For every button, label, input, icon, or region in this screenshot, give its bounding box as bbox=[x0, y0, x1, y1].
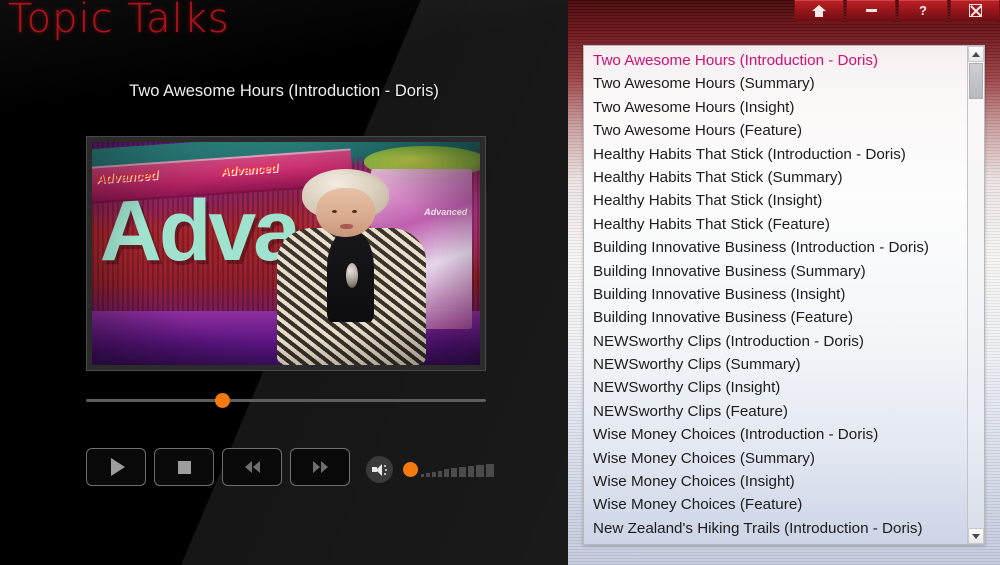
playlist-item[interactable]: Healthy Habits That Stick (Feature) bbox=[584, 213, 964, 236]
volume-bar[interactable] bbox=[485, 463, 494, 477]
application-window: Topic Talks Two Awesome Hours (Introduct… bbox=[0, 0, 1000, 565]
volume-bar[interactable] bbox=[431, 471, 436, 477]
help-button[interactable]: ? bbox=[898, 0, 948, 22]
video-player[interactable]: Adva Advanced Advanced Advanced bbox=[86, 136, 486, 371]
volume-bar[interactable] bbox=[437, 470, 443, 477]
scrollbar-thumb[interactable] bbox=[969, 63, 983, 99]
playlist-panel: ? Two Awesome Hours (Introduction - Dori… bbox=[568, 0, 1000, 565]
playlist-item[interactable]: Building Innovative Business (Feature) bbox=[584, 306, 964, 329]
scroll-down-button[interactable] bbox=[968, 528, 984, 544]
fast-forward-icon bbox=[312, 461, 328, 473]
playlist-item[interactable]: NEWSworthy Clips (Introduction - Doris) bbox=[584, 330, 964, 353]
playlist-item[interactable]: Two Awesome Hours (Introduction - Doris) bbox=[584, 49, 964, 72]
volume-thumb[interactable] bbox=[403, 462, 418, 477]
app-title: Topic Talks bbox=[8, 0, 230, 42]
playlist-item[interactable]: NEWSworthy Clips (Summary) bbox=[584, 353, 964, 376]
volume-bar[interactable] bbox=[426, 472, 430, 477]
stop-button[interactable] bbox=[154, 448, 214, 486]
volume-bar[interactable] bbox=[451, 468, 458, 477]
playlist-item[interactable]: NEWSworthy Clips (Feature) bbox=[584, 400, 964, 423]
progress-thumb[interactable] bbox=[215, 393, 230, 408]
playlist-item[interactable]: Two Awesome Hours (Feature) bbox=[584, 119, 964, 142]
playlist-item[interactable]: NEWSworthy Clips (Insight) bbox=[584, 376, 964, 399]
window-controls: ? bbox=[568, 0, 1000, 24]
progress-track[interactable] bbox=[86, 399, 486, 402]
volume-bar[interactable] bbox=[459, 467, 466, 477]
volume-bar[interactable] bbox=[467, 465, 475, 477]
fast-forward-button[interactable] bbox=[290, 448, 350, 486]
now-playing-title: Two Awesome Hours (Introduction - Doris) bbox=[129, 82, 439, 100]
chevron-down-icon bbox=[972, 533, 980, 539]
rewind-button[interactable] bbox=[222, 448, 282, 486]
playlist-item[interactable]: Wise Money Choices (Introduction - Doris… bbox=[584, 423, 964, 446]
volume-bar[interactable] bbox=[421, 474, 424, 477]
playlist-items: Two Awesome Hours (Introduction - Doris)… bbox=[584, 49, 964, 540]
chevron-up-icon bbox=[972, 51, 980, 57]
playlist-item[interactable]: Building Innovative Business (Insight) bbox=[584, 283, 964, 306]
playlist-scrollbar[interactable] bbox=[967, 46, 984, 544]
playlist-item[interactable]: Healthy Habits That Stick (Summary) bbox=[584, 166, 964, 189]
transport-controls bbox=[86, 448, 350, 486]
player-panel: Topic Talks Two Awesome Hours (Introduct… bbox=[0, 0, 568, 565]
playlist-item[interactable]: New Zealand's Hiking Trails (Introductio… bbox=[584, 517, 964, 540]
playlist-item[interactable]: Two Awesome Hours (Insight) bbox=[584, 96, 964, 119]
playlist-item[interactable]: Two Awesome Hours (Summary) bbox=[584, 72, 964, 95]
volume-controls bbox=[366, 456, 494, 483]
help-icon: ? bbox=[919, 3, 927, 18]
rewind-icon bbox=[244, 461, 260, 473]
volume-bar[interactable] bbox=[444, 469, 450, 477]
minimize-icon bbox=[865, 9, 877, 12]
playlist-item[interactable]: Wise Money Choices (Feature) bbox=[584, 493, 964, 516]
close-button[interactable] bbox=[950, 0, 1000, 22]
playlist-item[interactable]: Healthy Habits That Stick (Introduction … bbox=[584, 143, 964, 166]
volume-bar[interactable] bbox=[476, 464, 484, 477]
play-icon bbox=[111, 458, 125, 476]
playlist-item[interactable]: Wise Money Choices (Insight) bbox=[584, 470, 964, 493]
home-button[interactable] bbox=[794, 0, 844, 22]
stop-icon bbox=[177, 460, 191, 474]
home-icon bbox=[812, 4, 826, 17]
playlist-listbox[interactable]: Two Awesome Hours (Introduction - Doris)… bbox=[583, 45, 985, 545]
minimize-button[interactable] bbox=[846, 0, 896, 22]
playlist-item[interactable]: Building Innovative Business (Summary) bbox=[584, 260, 964, 283]
volume-level-bars[interactable] bbox=[421, 463, 494, 477]
close-icon bbox=[968, 4, 982, 17]
mute-button[interactable] bbox=[366, 456, 393, 483]
playlist-item[interactable]: Building Innovative Business (Introducti… bbox=[584, 236, 964, 259]
play-button[interactable] bbox=[86, 448, 146, 486]
playlist-item[interactable]: Healthy Habits That Stick (Insight) bbox=[584, 189, 964, 212]
speaker-icon bbox=[372, 463, 387, 476]
video-still: Adva Advanced Advanced Advanced bbox=[92, 142, 480, 365]
progress-slider[interactable] bbox=[86, 393, 486, 408]
scroll-up-button[interactable] bbox=[968, 46, 984, 62]
playlist-item[interactable]: Wise Money Choices (Summary) bbox=[584, 447, 964, 470]
